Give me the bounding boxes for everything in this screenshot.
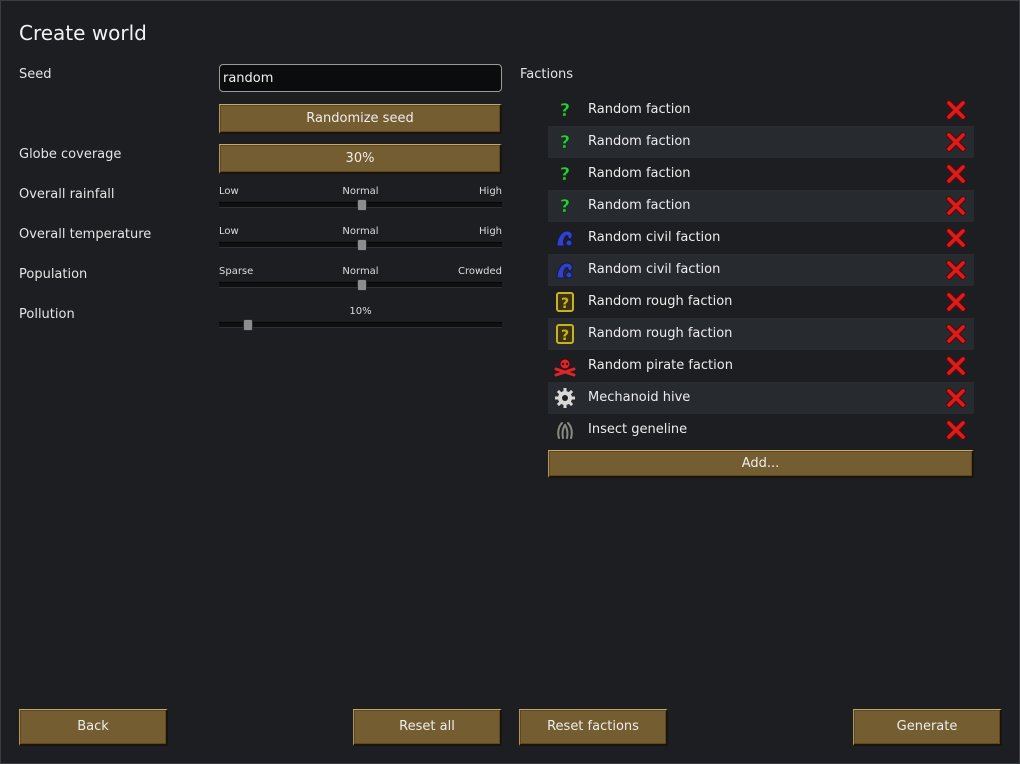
reset-factions-button[interactable]: Reset factions: [519, 709, 668, 746]
randomize-seed-button[interactable]: Randomize seed: [219, 104, 502, 134]
insect-icon: [554, 419, 576, 441]
population-slider[interactable]: [219, 279, 502, 291]
faction-name: Random faction: [588, 166, 691, 181]
remove-faction-icon[interactable]: [945, 163, 967, 185]
seed-label: Seed: [19, 67, 52, 82]
temperature-mid-label: Normal: [342, 226, 379, 237]
pirate-faction-icon: [554, 355, 576, 377]
rainfall-label: Overall rainfall: [19, 187, 115, 202]
svg-text:?: ?: [561, 328, 569, 344]
question-mark-icon: ?: [554, 99, 576, 121]
population-slider-thumb[interactable]: [356, 279, 367, 291]
civil-faction-icon: [554, 259, 576, 281]
generate-button[interactable]: Generate: [853, 709, 1002, 746]
pollution-slider-thumb[interactable]: [243, 319, 254, 331]
population-label: Population: [19, 267, 88, 282]
svg-text:?: ?: [560, 100, 570, 120]
question-mark-icon: ?: [554, 195, 576, 217]
remove-faction-icon[interactable]: [945, 195, 967, 217]
temperature-slider[interactable]: [219, 239, 502, 251]
create-world-window: Create world Seed Randomize seed Globe c…: [0, 0, 1020, 764]
faction-name: Random rough faction: [588, 326, 733, 341]
remove-faction-icon[interactable]: [945, 259, 967, 281]
remove-faction-icon[interactable]: [945, 131, 967, 153]
pollution-label: Pollution: [19, 307, 75, 322]
rainfall-slider[interactable]: [219, 199, 502, 211]
svg-text:?: ?: [561, 296, 569, 312]
faction-row: ? Random faction: [548, 126, 974, 158]
rainfall-scale: Low Normal High: [219, 186, 502, 198]
pollution-scale: 10%: [219, 306, 502, 318]
remove-faction-icon[interactable]: [945, 99, 967, 121]
faction-name: Random pirate faction: [588, 358, 733, 373]
remove-faction-icon[interactable]: [945, 419, 967, 441]
faction-name: Random civil faction: [588, 262, 721, 277]
faction-row: ? Random faction: [548, 190, 974, 222]
faction-name: Random faction: [588, 134, 691, 149]
rough-faction-icon: ?: [554, 291, 576, 313]
rough-faction-icon: ?: [554, 323, 576, 345]
faction-name: Mechanoid hive: [588, 390, 691, 405]
rainfall-high-label: High: [479, 186, 502, 197]
faction-row: Insect geneline: [548, 414, 974, 446]
remove-faction-icon[interactable]: [945, 291, 967, 313]
temperature-slider-thumb[interactable]: [356, 239, 367, 251]
question-mark-icon: ?: [554, 163, 576, 185]
faction-list: ? Random faction? Random faction? Random fa…: [548, 94, 974, 446]
remove-faction-icon[interactable]: [945, 355, 967, 377]
rainfall-slider-thumb[interactable]: [356, 199, 367, 211]
population-scale: Sparse Normal Crowded: [219, 266, 502, 278]
faction-row: ? Random faction: [548, 158, 974, 190]
faction-row: Mechanoid hive: [548, 382, 974, 414]
faction-row: ? Random rough faction: [548, 318, 974, 350]
remove-faction-icon[interactable]: [945, 387, 967, 409]
faction-row: ? Random rough faction: [548, 286, 974, 318]
page-title: Create world: [19, 21, 147, 45]
back-button[interactable]: Back: [19, 709, 168, 746]
globe-coverage-button[interactable]: 30%: [219, 144, 502, 174]
faction-row: ? Random faction: [548, 94, 974, 126]
remove-faction-icon[interactable]: [945, 227, 967, 249]
civil-faction-icon: [554, 227, 576, 249]
globe-coverage-label: Globe coverage: [19, 147, 122, 162]
gear-icon: [554, 387, 576, 409]
faction-name: Random rough faction: [588, 294, 733, 309]
svg-text:?: ?: [560, 132, 570, 152]
temperature-label: Overall temperature: [19, 227, 152, 242]
faction-row: Random civil faction: [548, 222, 974, 254]
seed-input[interactable]: [219, 64, 502, 92]
add-faction-button[interactable]: Add...: [548, 450, 974, 478]
rainfall-mid-label: Normal: [342, 186, 379, 197]
population-high-label: Crowded: [457, 266, 502, 277]
svg-text:?: ?: [560, 196, 570, 216]
question-mark-icon: ?: [554, 131, 576, 153]
temperature-scale: Low Normal High: [219, 226, 502, 238]
pollution-slider[interactable]: [219, 319, 502, 331]
reset-all-button[interactable]: Reset all: [353, 709, 502, 746]
faction-row: Random pirate faction: [548, 350, 974, 382]
temperature-high-label: High: [479, 226, 502, 237]
faction-row: Random civil faction: [548, 254, 974, 286]
pollution-value-label: 10%: [349, 306, 372, 317]
factions-label: Factions: [520, 67, 574, 82]
faction-name: Random faction: [588, 102, 691, 117]
faction-name: Random faction: [588, 198, 691, 213]
faction-name: Random civil faction: [588, 230, 721, 245]
faction-name: Insect geneline: [588, 422, 688, 437]
remove-faction-icon[interactable]: [945, 323, 967, 345]
svg-text:?: ?: [560, 164, 570, 184]
